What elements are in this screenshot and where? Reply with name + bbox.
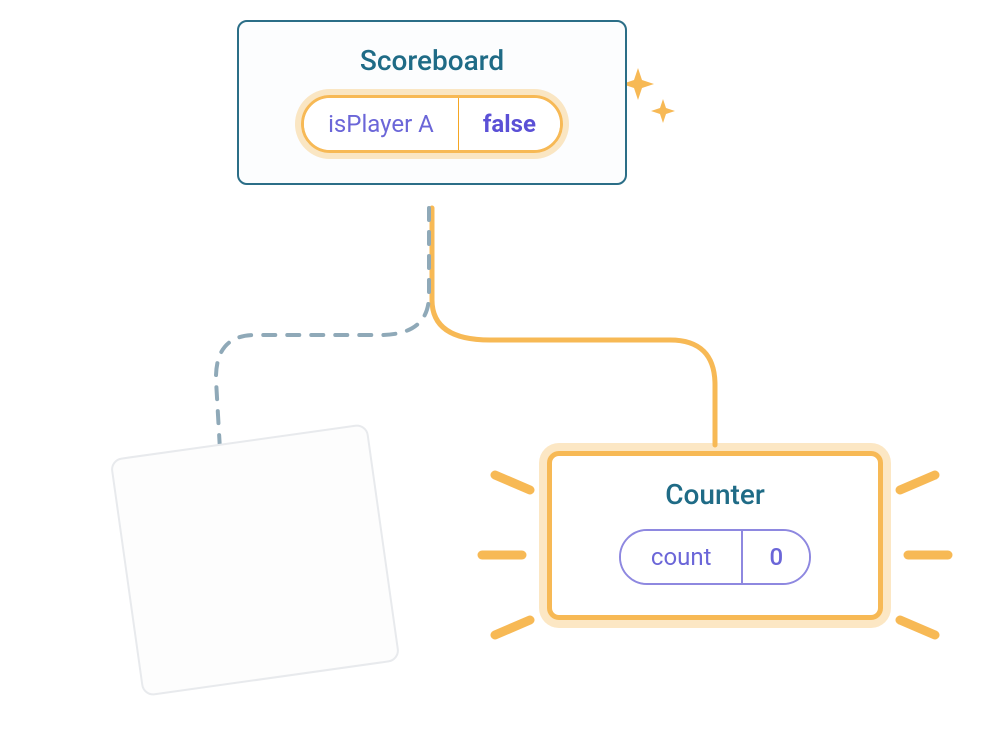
state-key: count	[621, 531, 742, 583]
connector-dashed	[216, 208, 429, 450]
counter-title: Counter	[580, 478, 850, 511]
prop-value: false	[458, 98, 560, 150]
scoreboard-node: Scoreboard isPlayer A false	[237, 20, 627, 185]
emphasis-rays-right	[900, 475, 948, 635]
connector-solid	[432, 208, 715, 445]
emphasis-rays-left	[482, 475, 530, 635]
counter-node-wrapper: Counter count 0	[547, 451, 883, 620]
sparkles-icon	[622, 68, 675, 123]
ghost-node	[110, 423, 401, 697]
diagram-canvas: Scoreboard isPlayer A false Counter coun…	[0, 0, 1008, 750]
state-value: 0	[741, 531, 809, 583]
counter-node: Counter count 0	[547, 451, 883, 620]
scoreboard-title: Scoreboard	[267, 44, 597, 77]
state-pill: count 0	[619, 529, 811, 585]
prop-key: isPlayer A	[304, 98, 458, 150]
prop-pill: isPlayer A false	[301, 95, 563, 153]
